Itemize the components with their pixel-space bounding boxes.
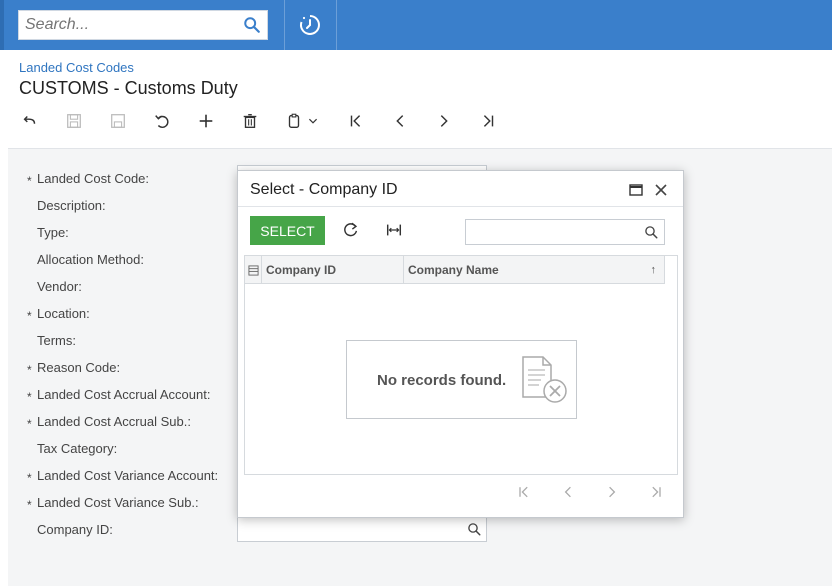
- chevron-right-icon: [609, 486, 616, 498]
- column-header-company-name[interactable]: Company Name ↑: [404, 256, 665, 284]
- back-button[interactable]: [16, 108, 44, 134]
- empty-message: No records found.: [377, 372, 507, 389]
- first-record-button[interactable]: [342, 108, 370, 134]
- plus-icon: [199, 114, 213, 128]
- form-field-label: Type:: [37, 225, 69, 240]
- refresh-icon: [344, 222, 358, 237]
- no-document-icon: [522, 356, 567, 403]
- clipboard-icon: [288, 113, 300, 128]
- chevron-down-icon: [308, 118, 318, 124]
- form-field-label: Reason Code:: [37, 360, 121, 375]
- save-button[interactable]: [60, 108, 88, 134]
- required-marker: *: [27, 471, 32, 485]
- required-marker: *: [27, 309, 32, 323]
- empty-state: No records found.: [346, 340, 577, 419]
- last-icon: [483, 115, 494, 127]
- dialog-header: Select - Company ID: [238, 171, 683, 207]
- form-field-label: Landed Cost Variance Sub.:: [37, 495, 199, 510]
- form-field-label: Vendor:: [37, 279, 82, 294]
- breadcrumb[interactable]: Landed Cost Codes: [19, 60, 134, 75]
- topbar-divider: [336, 0, 337, 50]
- global-search-input[interactable]: [19, 11, 229, 39]
- search-icon[interactable]: [243, 16, 261, 34]
- column-header-label: Company Name: [408, 263, 499, 277]
- required-marker: *: [27, 363, 32, 377]
- save-and-close-button[interactable]: [104, 108, 132, 134]
- previous-record-button[interactable]: [386, 108, 414, 134]
- back-arrow-icon: [23, 115, 36, 124]
- trash-icon: [243, 114, 257, 128]
- chevron-left-icon: [396, 115, 404, 127]
- pager-previous-button[interactable]: [557, 483, 579, 501]
- required-marker: *: [27, 417, 32, 431]
- undo-button[interactable]: [148, 108, 176, 134]
- company-id-field[interactable]: [237, 517, 487, 542]
- add-button[interactable]: [192, 108, 220, 134]
- history-icon: [300, 15, 320, 35]
- global-search-box[interactable]: [18, 10, 268, 40]
- dialog-title: Select - Company ID: [250, 181, 398, 198]
- required-marker: *: [27, 174, 32, 188]
- save-close-icon: [111, 114, 125, 128]
- row-selector-header[interactable]: [245, 256, 262, 284]
- form-field-label: Landed Cost Accrual Sub.:: [37, 414, 191, 429]
- form-field-label: Tax Category:: [37, 441, 118, 456]
- pager-next-button[interactable]: [601, 483, 623, 501]
- chevron-right-icon: [440, 115, 448, 127]
- search-icon[interactable]: [467, 522, 482, 537]
- form-field-label: Landed Cost Code:: [37, 171, 150, 186]
- form-field-label: Landed Cost Accrual Account:: [37, 387, 211, 402]
- refresh-button[interactable]: [340, 219, 362, 241]
- undo-icon: [155, 115, 169, 128]
- first-icon: [350, 115, 361, 127]
- clipboard-dropdown[interactable]: [304, 108, 322, 134]
- fit-columns-button[interactable]: [383, 219, 405, 241]
- save-icon: [67, 114, 81, 128]
- delete-button[interactable]: [236, 108, 264, 134]
- form-field-label: Terms:: [37, 333, 76, 348]
- pager-last-button[interactable]: [645, 483, 667, 501]
- last-record-button[interactable]: [474, 108, 502, 134]
- select-company-dialog: Select - Company ID SELECT Company ID Co…: [237, 170, 684, 518]
- fit-width-icon: [386, 224, 402, 236]
- close-icon[interactable]: [652, 181, 670, 199]
- pager-first-button[interactable]: [513, 483, 535, 501]
- maximize-icon[interactable]: [628, 182, 644, 198]
- company-grid: Company ID Company Name ↑ No records fou…: [244, 255, 678, 475]
- form-field-label: Location:: [37, 306, 90, 321]
- grid-header: Company ID Company Name ↑: [245, 256, 665, 284]
- chevron-left-icon: [564, 486, 571, 498]
- form-field-label: Landed Cost Variance Account:: [37, 468, 219, 483]
- recent-history-button[interactable]: [290, 10, 330, 40]
- required-marker: *: [27, 498, 32, 512]
- grid-settings-icon: [247, 264, 259, 276]
- topbar-divider: [284, 0, 285, 50]
- top-bar: [0, 0, 832, 50]
- select-button[interactable]: SELECT: [250, 216, 325, 245]
- search-icon[interactable]: [644, 225, 659, 240]
- dialog-search-input[interactable]: [465, 219, 665, 245]
- form-field-label: Company ID:: [37, 522, 113, 537]
- first-icon: [519, 486, 528, 498]
- last-icon: [652, 486, 661, 498]
- required-marker: *: [27, 390, 32, 404]
- sort-indicator: ↑: [650, 264, 657, 276]
- next-record-button[interactable]: [430, 108, 458, 134]
- form-field-label: Description:: [37, 198, 106, 213]
- top-bar-edge: [0, 0, 4, 50]
- form-field-label: Allocation Method:: [37, 252, 144, 267]
- column-header-company-id[interactable]: Company ID: [262, 256, 404, 284]
- page-title: CUSTOMS - Customs Duty: [19, 78, 238, 98]
